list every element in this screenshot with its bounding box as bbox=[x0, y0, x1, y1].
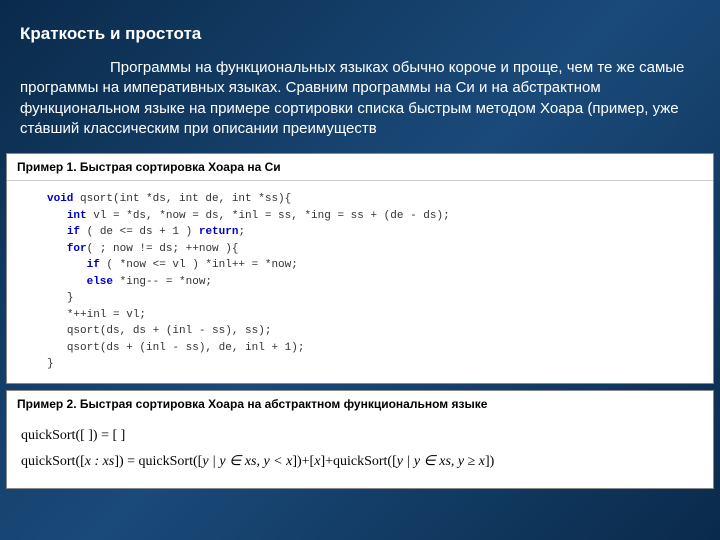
keyword-if: if bbox=[67, 226, 80, 238]
c-line-for: ( ; now != ds; ++now ){ bbox=[87, 243, 239, 255]
c-call1: qsort(ds, ds + (inl - ss), ss); bbox=[67, 325, 272, 337]
keyword-return: return bbox=[199, 226, 239, 238]
c-line-if: ( de <= ds + 1 ) bbox=[80, 226, 199, 238]
m2b: x : xs bbox=[85, 454, 115, 469]
keyword-int: int bbox=[67, 210, 87, 222]
slide-header: Краткость и простота Программы на функци… bbox=[0, 0, 720, 147]
c-call2: qsort(ds + (inl - ss), de, inl + 1); bbox=[67, 342, 305, 354]
c-line-innerelse: *ing-- = *now; bbox=[113, 276, 212, 288]
math-line-2: quickSort([x : xs]) = quickSort([y | y ∈… bbox=[21, 449, 699, 476]
c-code-body: void qsort(int *ds, int de, int *ss){ in… bbox=[7, 181, 713, 383]
keyword-for: for bbox=[67, 243, 87, 255]
c-assign: *++inl = vl; bbox=[67, 309, 146, 321]
keyword-if2: if bbox=[87, 259, 100, 271]
m2c: ]) = quickSort([ bbox=[114, 454, 202, 469]
c-code-panel: Пример 1. Быстрая сортировка Хоара на Си… bbox=[6, 153, 714, 384]
m2d: y | y ∈ xs, y < x bbox=[202, 454, 292, 469]
m2g: ]+quickSort([ bbox=[320, 454, 396, 469]
m2e: ])+[ bbox=[292, 454, 314, 469]
math-line-1: quickSort([ ]) = [ ] bbox=[21, 423, 699, 450]
c-panel-title: Пример 1. Быстрая сортировка Хоара на Си bbox=[7, 154, 713, 181]
intro-paragraph: Программы на функциональных языках обычн… bbox=[20, 58, 700, 139]
keyword-else: else bbox=[87, 276, 113, 288]
keyword-void: void bbox=[47, 193, 73, 205]
c-semi: ; bbox=[238, 226, 245, 238]
functional-panel-title: Пример 2. Быстрая сортировка Хоара на аб… bbox=[7, 391, 713, 417]
c-line-decl: vl = *ds, *now = ds, *inl = ss, *ing = s… bbox=[87, 210, 450, 222]
functional-body: quickSort([ ]) = [ ] quickSort([x : xs])… bbox=[7, 417, 713, 488]
m2h: y | y ∈ xs, y ≥ x bbox=[397, 454, 485, 469]
c-brace2: } bbox=[47, 358, 54, 370]
c-line-innerif: ( *now <= vl ) *inl++ = *now; bbox=[100, 259, 298, 271]
c-line-sig: qsort(int *ds, int de, int *ss){ bbox=[73, 193, 291, 205]
slide-title: Краткость и простота bbox=[20, 24, 700, 44]
m2a: quickSort([ bbox=[21, 454, 85, 469]
c-brace1: } bbox=[67, 292, 74, 304]
functional-panel: Пример 2. Быстрая сортировка Хоара на аб… bbox=[6, 390, 714, 489]
m2i: ]) bbox=[485, 454, 494, 469]
